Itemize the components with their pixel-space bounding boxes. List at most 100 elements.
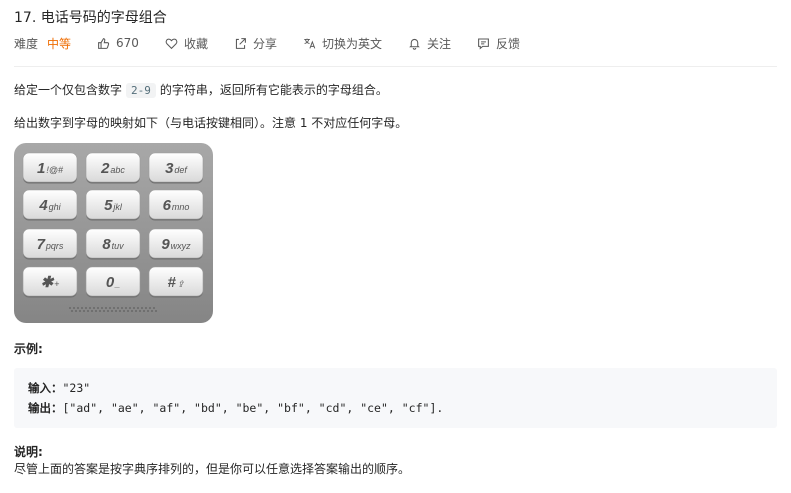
speaker-dot <box>123 310 125 312</box>
speaker-dot <box>125 307 127 309</box>
speaker-dot <box>71 310 73 312</box>
description-paragraph-1: 给定一个仅包含数字 2-9 的字符串，返回所有它能表示的字母组合。 <box>14 82 388 99</box>
key-letters: abc <box>110 165 125 175</box>
speaker-dot <box>137 307 139 309</box>
key-digit: 2 <box>100 160 110 177</box>
speaker-dot <box>69 307 71 309</box>
speaker-dot <box>139 310 141 312</box>
like-button[interactable]: 670 <box>97 36 139 50</box>
speaker-dot <box>91 310 93 312</box>
key-letters: tuv <box>112 241 125 251</box>
key-digit: 3 <box>165 160 174 177</box>
note-text: 尽管上面的答案是按字典序排列的，但是你可以任意选择答案输出的顺序。 <box>14 462 411 476</box>
key-digit: 9 <box>161 236 170 253</box>
follow-label: 关注 <box>426 36 451 51</box>
key-letters: jkl <box>112 202 122 212</box>
speaker-dot <box>119 310 121 312</box>
feedback-label: 反馈 <box>496 36 521 51</box>
speaker-dot <box>107 310 109 312</box>
heart-icon <box>165 38 178 49</box>
key-letters: pqrs <box>45 241 64 251</box>
speaker-dot <box>77 307 79 309</box>
speaker-dot <box>101 307 103 309</box>
keypad-key-12: #⇪ <box>148 266 204 298</box>
problem-title: 17. 电话号码的字母组合 <box>14 10 167 26</box>
key-letters: !@# <box>46 165 64 175</box>
keypad-key-3: 3def <box>148 152 204 184</box>
key-letters: wxyz <box>171 241 191 251</box>
example-title: 示例: <box>14 342 43 356</box>
speaker-dot <box>85 307 87 309</box>
speaker-dot <box>111 310 113 312</box>
key-letters: + <box>54 279 59 289</box>
speaker-dot <box>83 310 85 312</box>
speaker-dot <box>113 307 115 309</box>
keypad-key-1: 1!@# <box>22 152 78 184</box>
switch-language-label: 切换为英文 <box>321 36 382 51</box>
key-digit: 5 <box>104 197 113 214</box>
phone-keypad-image: 1!@# 2abc 3def4ghi 5jkl 6mno7pqrs 8tuv 9wxyz✱+… <box>14 143 213 323</box>
speaker-dot <box>81 307 83 309</box>
share-icon <box>235 37 246 49</box>
speaker-dot <box>145 307 147 309</box>
speaker-dot <box>115 310 117 312</box>
keypad-key-11: 0_ <box>85 266 141 298</box>
speaker-dot <box>143 310 145 312</box>
speaker-dot <box>87 310 89 312</box>
speaker-dot <box>95 310 97 312</box>
bell-icon <box>409 38 420 50</box>
key-letters: ⇪ <box>177 279 185 289</box>
problem-meta-bar: 难度 中等 670 收藏 分享 切换为英文 关注 反馈 <box>14 35 546 51</box>
speaker-dot <box>141 307 143 309</box>
speaker-dot <box>75 310 77 312</box>
difficulty-label: 难度 <box>14 36 39 51</box>
share-button[interactable]: 分享 <box>234 35 277 52</box>
translate-icon <box>304 38 316 49</box>
description-text-after: 的字符串，返回所有它能表示的字母组合。 <box>159 83 388 97</box>
share-label: 分享 <box>252 36 277 51</box>
keypad-key-9: 9wxyz <box>148 228 204 260</box>
speaker-dot <box>155 310 157 312</box>
output-value: ["ad", "ae", "af", "bd", "be", "bf", "cd… <box>62 401 444 415</box>
key-digit: 1 <box>37 160 45 177</box>
follow-button[interactable]: 关注 <box>408 35 451 52</box>
speaker-dot <box>99 310 101 312</box>
example-output-line: 输出：["ad", "ae", "af", "bd", "be", "bf", … <box>28 400 443 416</box>
keypad-key-4: 4ghi <box>22 189 78 221</box>
speaker-dot <box>147 310 149 312</box>
key-digit: 8 <box>102 236 111 253</box>
feedback-button[interactable]: 反馈 <box>477 35 520 52</box>
speaker-dot <box>153 307 155 309</box>
speaker-dot <box>149 307 151 309</box>
key-letters: mno <box>172 202 190 212</box>
keypad-key-2: 2abc <box>85 152 141 184</box>
speaker-dot <box>117 307 119 309</box>
inline-code: 2-9 <box>126 83 156 98</box>
thumbs-up-icon <box>98 37 110 49</box>
like-count: 670 <box>116 36 139 50</box>
feedback-icon <box>478 38 489 50</box>
speaker-dot <box>127 310 129 312</box>
favorite-button[interactable]: 收藏 <box>165 35 208 52</box>
speaker-dot <box>129 307 131 309</box>
speaker-dot <box>93 307 95 309</box>
speaker-dot <box>103 310 105 312</box>
keypad-key-7: 7pqrs <box>22 228 78 260</box>
keypad-key-6: 6mno <box>148 189 204 221</box>
input-label: 输入： <box>28 381 63 395</box>
keypad-key-5: 5jkl <box>85 189 141 221</box>
keypad-key-10: ✱+ <box>22 266 78 298</box>
key-digit: # <box>168 274 177 291</box>
key-digit: 6 <box>163 197 172 214</box>
speaker-dot <box>105 307 107 309</box>
key-digit: 4 <box>38 197 48 214</box>
speaker-dot <box>79 310 81 312</box>
key-digit: 0 <box>106 274 115 291</box>
key-letters: def <box>174 165 188 175</box>
keypad-key-8: 8tuv <box>85 228 141 260</box>
key-digit: ✱ <box>41 274 55 291</box>
speaker-dot <box>73 307 75 309</box>
speaker-dot <box>121 307 123 309</box>
divider <box>14 66 777 67</box>
switch-language-button[interactable]: 切换为英文 <box>303 35 382 52</box>
